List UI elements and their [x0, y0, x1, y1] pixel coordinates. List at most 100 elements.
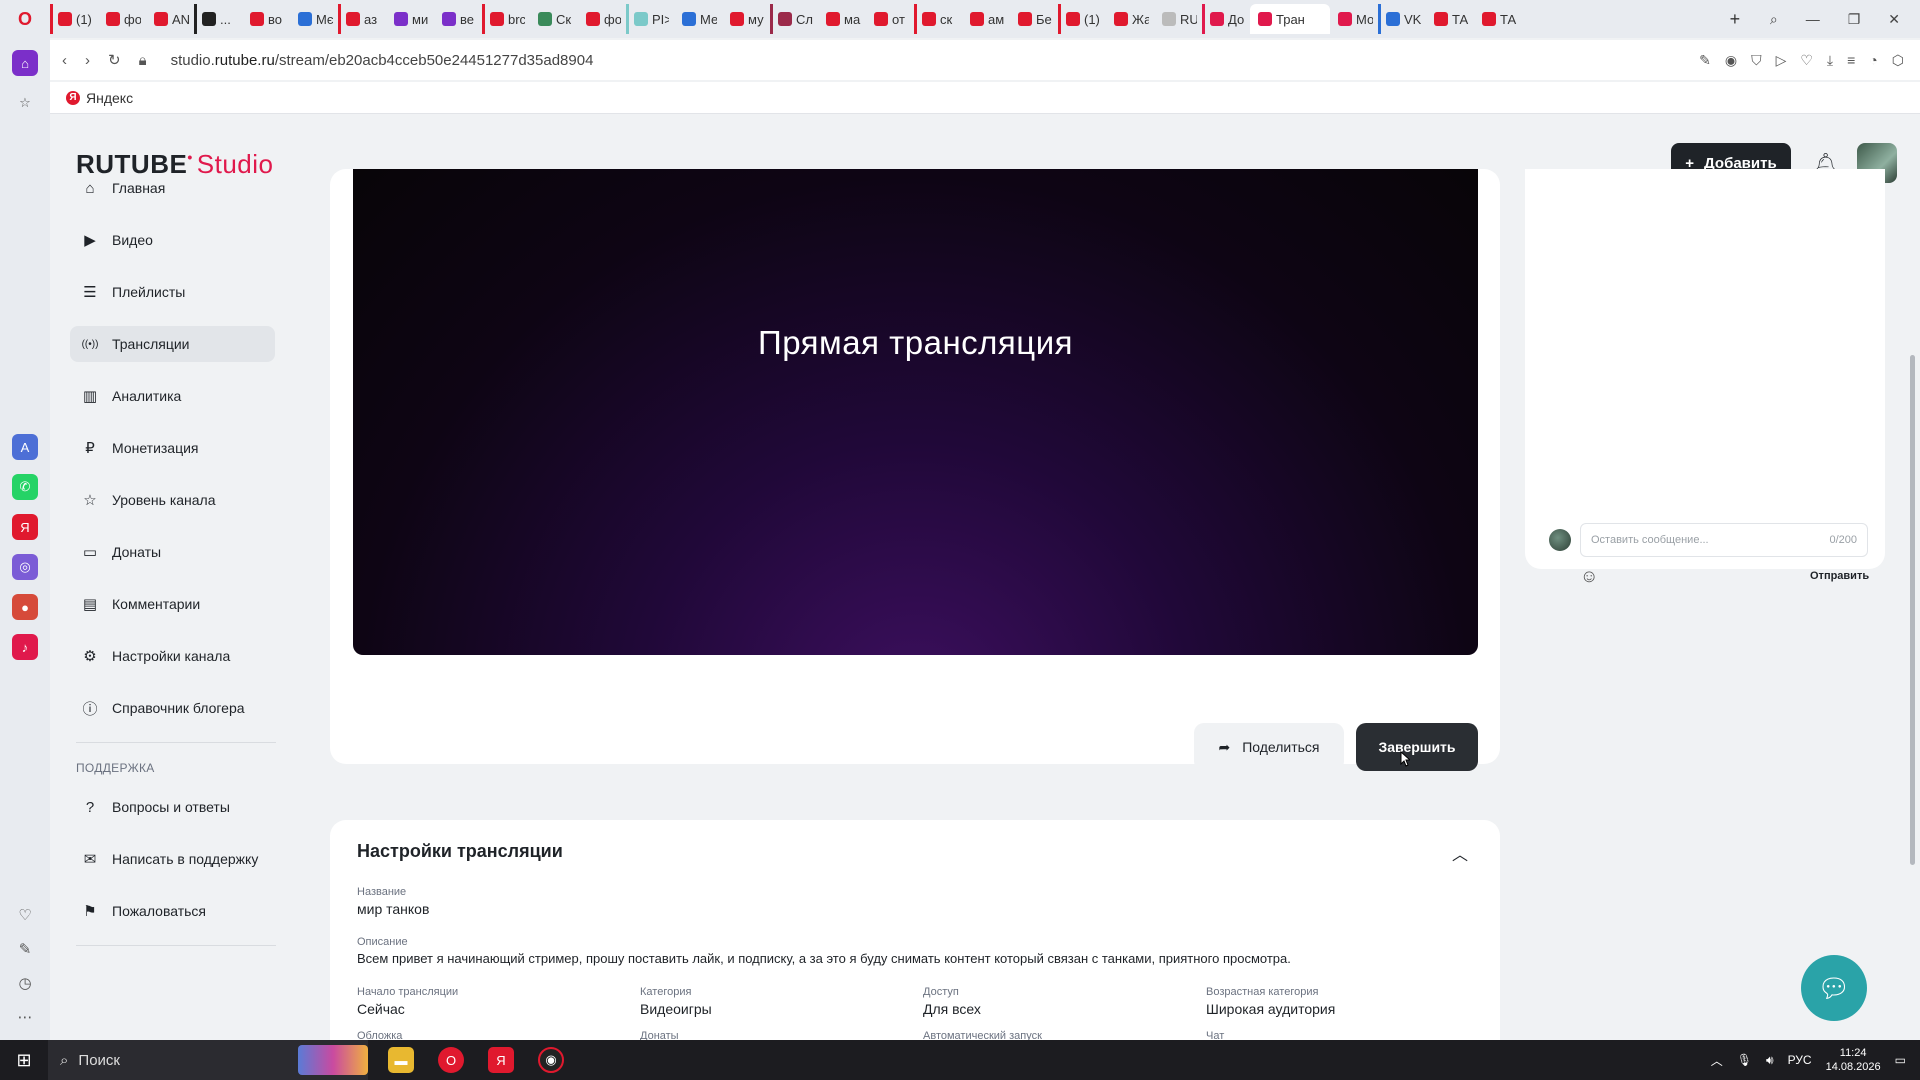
download-icon[interactable]: ⤓ — [1827, 52, 1833, 69]
shield-icon[interactable]: ⛉ — [1751, 52, 1762, 69]
browser-tab[interactable]: ми — [386, 4, 434, 34]
maximize-button[interactable]: ❐ — [1848, 11, 1861, 28]
browser-tab[interactable]: Ск — [530, 4, 578, 34]
opera-taskbar-icon[interactable]: O — [438, 1047, 464, 1073]
profile-icon[interactable]: ◔ — [1869, 52, 1877, 69]
minimize-button[interactable]: — — [1806, 11, 1820, 28]
opera-logo-icon[interactable]: O — [0, 0, 50, 38]
browser-tab[interactable]: AN — [146, 4, 194, 34]
sidebar-item-playlist[interactable]: ☰ Плейлисты — [70, 274, 275, 310]
lock-icon[interactable]: 🔒︎ — [139, 52, 147, 69]
sidebar-item-wallet[interactable]: ▭ Донаты — [70, 534, 275, 570]
browser-tab[interactable]: VK — [1378, 4, 1426, 34]
pin-icon[interactable]: ✎ — [19, 940, 32, 958]
browser-tab[interactable]: от — [866, 4, 914, 34]
browser-tab[interactable]: ма — [818, 4, 866, 34]
reload-icon[interactable]: ↻ — [108, 51, 121, 69]
stream-player[interactable]: Прямая трансляция — [353, 169, 1478, 655]
sidebar-item-broadcast[interactable]: ((•)) Трансляции — [70, 326, 275, 362]
search-tabs-icon[interactable]: ⌕ — [1770, 11, 1778, 28]
browser-tab[interactable]: Мо — [1330, 4, 1378, 34]
new-tab-button[interactable]: + — [1720, 9, 1750, 30]
heart-icon[interactable]: ♡ — [1800, 52, 1813, 69]
sidebar-item-gear[interactable]: ⚙ Настройки канала — [70, 638, 275, 674]
browser-tab[interactable]: ам — [962, 4, 1010, 34]
url-field[interactable]: studio.rutube.ru/stream/eb20acb4cceb50e2… — [171, 52, 594, 69]
clock[interactable]: 11:24 14.08.2026 — [1826, 1046, 1881, 1074]
windows-start-icon[interactable]: ⊞ — [0, 1040, 48, 1080]
sidebar-item-star[interactable]: ☆ Уровень канала — [70, 482, 275, 518]
browser-tab[interactable]: RU — [1154, 4, 1202, 34]
more-icon[interactable]: ⋯ — [18, 1008, 33, 1026]
language-indicator[interactable]: РУС — [1788, 1053, 1812, 1067]
finish-stream-button[interactable]: Завершить — [1356, 723, 1478, 771]
volume-icon[interactable]: 🔊︎ — [1766, 1053, 1774, 1068]
play-icon[interactable]: ▷ — [1776, 52, 1787, 69]
browser-tab[interactable]: ... — [194, 4, 242, 34]
browser-tab[interactable]: ск — [914, 4, 962, 34]
emoji-icon[interactable]: ☺ — [1580, 566, 1598, 587]
browser-tab[interactable]: ТА — [1474, 4, 1522, 34]
app-icon[interactable]: ● — [12, 594, 38, 620]
chevron-up-icon[interactable]: ︿ — [1452, 841, 1468, 865]
sidebar-item-info[interactable]: ⓘ Справочник блогера — [70, 690, 275, 726]
browser-tab[interactable]: фо — [98, 4, 146, 34]
yandex-taskbar-icon[interactable]: Я — [488, 1047, 514, 1073]
support-chat-button[interactable]: 💬︎ — [1801, 955, 1867, 1021]
browser-tab[interactable]: PI> — [626, 4, 674, 34]
browser-tab[interactable]: Жа — [1106, 4, 1154, 34]
sidebar-item-ruble[interactable]: ₽ Монетизация — [70, 430, 275, 466]
sidebar-item-video[interactable]: ▶ Видео — [70, 222, 275, 258]
browser-tab[interactable]: Мє — [290, 4, 338, 34]
sidebar-item-comment[interactable]: ▤ Комментарии — [70, 586, 275, 622]
menu-icon[interactable]: ≡ — [1847, 52, 1855, 69]
sidebar-item-home[interactable]: ⌂ Главная — [70, 170, 275, 206]
browser-tab[interactable]: brc — [482, 4, 530, 34]
history-icon[interactable]: ◷ — [18, 974, 31, 992]
back-icon[interactable]: ‹ — [62, 52, 67, 69]
bookmark-yandex[interactable]: Яндекс — [86, 90, 133, 106]
close-button[interactable]: ✕ — [1888, 11, 1900, 28]
messenger-icon[interactable]: ◎ — [12, 554, 38, 580]
browser-tab[interactable]: аз — [338, 4, 386, 34]
sidebar-item-flag[interactable]: ⚑ Пожаловаться — [70, 893, 275, 929]
browser-tab[interactable]: ве — [434, 4, 482, 34]
browser-tab[interactable]: му — [722, 4, 770, 34]
star-icon[interactable]: ☆ — [12, 90, 38, 116]
cube-icon[interactable]: ⬡ — [1892, 52, 1904, 69]
edit-icon[interactable]: ✎ — [1699, 52, 1711, 69]
file-explorer-icon[interactable]: ▬ — [388, 1047, 414, 1073]
heart-icon[interactable]: ♡ — [18, 906, 31, 924]
home-icon[interactable]: ⌂ — [12, 50, 38, 76]
obs-icon[interactable]: ◉ — [538, 1047, 564, 1073]
notifications-icon[interactable]: ▭ — [1895, 1053, 1906, 1067]
browser-tab[interactable]: Сл — [770, 4, 818, 34]
taskbar-search[interactable]: ⌕ Поиск — [48, 1040, 368, 1080]
browser-tab[interactable]: ТА — [1426, 4, 1474, 34]
share-button[interactable]: ➦ Поделиться — [1194, 723, 1344, 771]
microphone-icon[interactable]: 🎙︎ — [1737, 1053, 1752, 1067]
sidebar-item-mail[interactable]: ✉ Написать в поддержку — [70, 841, 275, 877]
sidebar-item-question[interactable]: ? Вопросы и ответы — [70, 789, 275, 825]
sidebar-item-analytics[interactable]: ▥ Аналитика — [70, 378, 275, 414]
camera-icon[interactable]: ◉ — [1725, 52, 1737, 69]
chat-message-input[interactable]: Оставить сообщение... 0/200 — [1580, 523, 1868, 557]
browser-tab[interactable]: во — [242, 4, 290, 34]
forward-icon[interactable]: › — [85, 52, 90, 69]
browser-tab[interactable]: (1) — [50, 4, 98, 34]
browser-tab[interactable]: До — [1202, 4, 1250, 34]
browser-tab[interactable]: Транс — [1250, 4, 1330, 34]
browser-tab[interactable]: Бе — [1010, 4, 1058, 34]
aria-icon[interactable]: A — [12, 434, 38, 460]
browser-tab[interactable]: фо — [578, 4, 626, 34]
tray-chevron-icon[interactable]: ︿ — [1711, 1052, 1723, 1069]
browser-tab[interactable]: (1) — [1058, 4, 1106, 34]
page-scrollbar[interactable] — [1906, 115, 1920, 1040]
scrollbar-thumb[interactable] — [1910, 355, 1915, 865]
send-button[interactable]: Отправить — [1810, 570, 1869, 582]
music-icon[interactable]: ♪ — [12, 634, 38, 660]
yandex-app-icon[interactable]: Я — [12, 514, 38, 540]
browser-tab[interactable]: Ме — [674, 4, 722, 34]
whatsapp-icon[interactable]: ✆ — [12, 474, 38, 500]
field-label: Возрастная категория — [1206, 986, 1319, 998]
